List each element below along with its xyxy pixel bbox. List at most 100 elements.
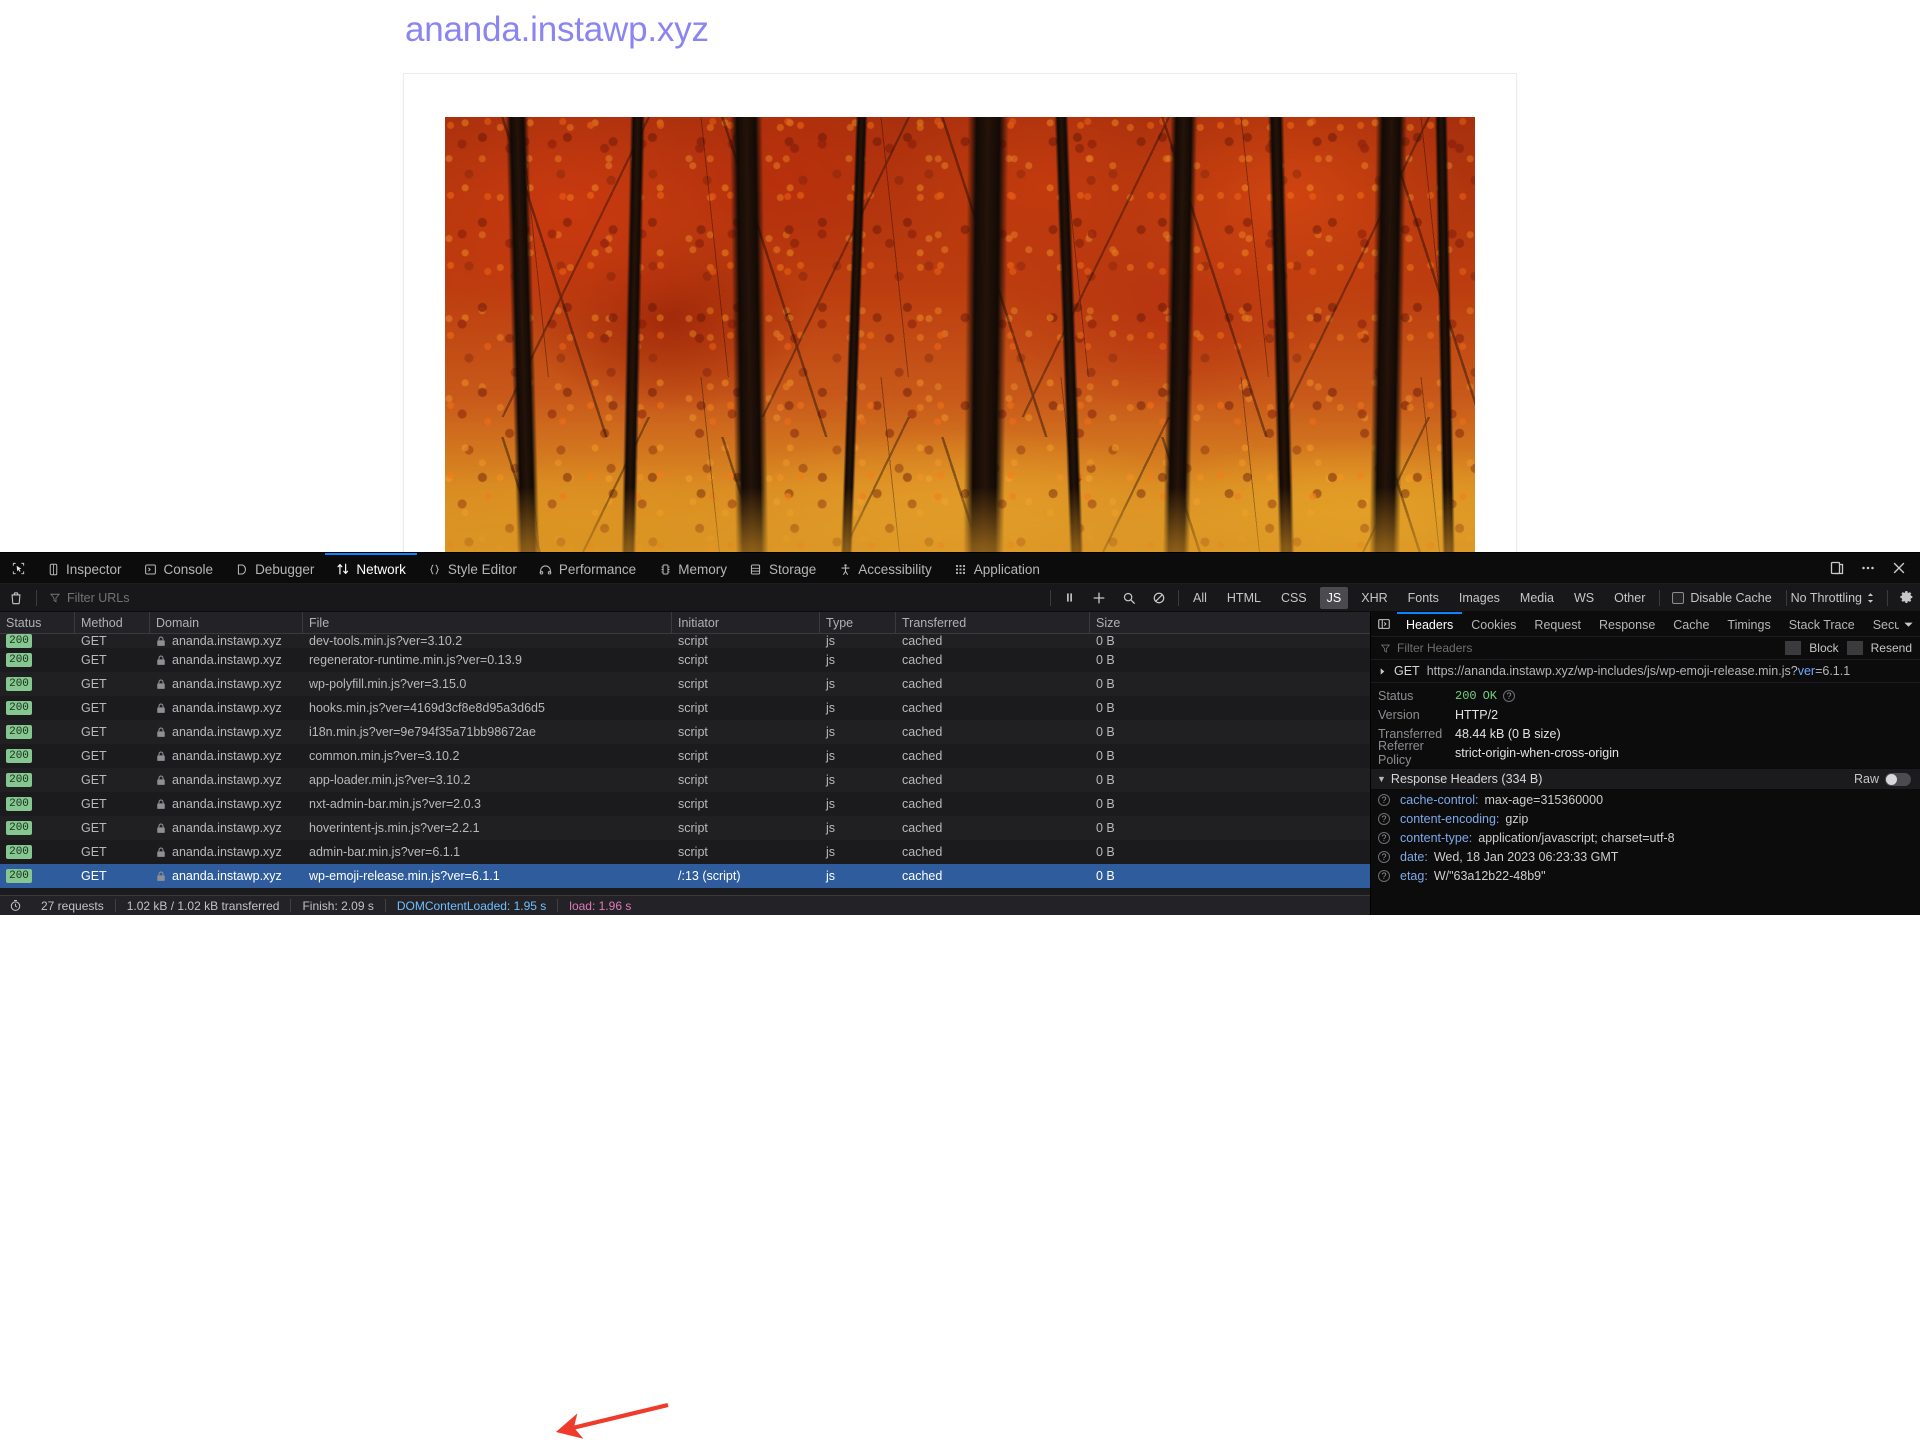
details-tabbar: Headers Cookies Request Response Cache T… — [1371, 612, 1920, 637]
tab-debugger[interactable]: Debugger — [224, 553, 325, 583]
cell-domain: ananda.instawp.xyz — [150, 744, 303, 768]
type-filter-html[interactable]: HTML — [1220, 587, 1268, 609]
gear-icon[interactable] — [1892, 590, 1920, 605]
help-icon[interactable]: ? — [1378, 832, 1400, 844]
cell-size: 0 B — [1090, 816, 1310, 840]
column-header-transferred[interactable]: Transferred — [896, 612, 1090, 634]
help-icon[interactable]: ? — [1503, 690, 1515, 702]
tab-accessibility[interactable]: Accessibility — [827, 553, 943, 583]
table-row[interactable]: 200GETananda.instawp.xyzhoverintent-js.m… — [0, 816, 1370, 840]
more-options-icon[interactable] — [1859, 559, 1877, 577]
element-picker-button[interactable] — [0, 553, 35, 583]
type-filter-fonts[interactable]: Fonts — [1401, 587, 1446, 609]
table-row[interactable]: 200GETananda.instawp.xyzwp-polyfill.min.… — [0, 672, 1370, 696]
lock-icon — [156, 847, 166, 858]
tab-label: Style Editor — [448, 562, 517, 577]
search-icon[interactable] — [1117, 587, 1141, 609]
disable-cache-checkbox[interactable]: Disable Cache — [1672, 591, 1771, 605]
details-tab-response[interactable]: Response — [1590, 612, 1664, 636]
trash-icon[interactable] — [0, 591, 32, 605]
type-filter-css[interactable]: CSS — [1274, 587, 1314, 609]
response-header-row[interactable]: ?content-encoding:gzip — [1371, 809, 1920, 828]
table-row[interactable]: 200GETananda.instawp.xyzhooks.min.js?ver… — [0, 696, 1370, 720]
cell-file: app-loader.min.js?ver=3.10.2 — [303, 768, 672, 792]
details-tab-cookies[interactable]: Cookies — [1462, 612, 1525, 636]
close-icon[interactable] — [1890, 559, 1908, 577]
filter-headers-row: Filter Headers Block Resend — [1371, 637, 1920, 660]
type-filter-ws[interactable]: WS — [1567, 587, 1601, 609]
resend-button[interactable]: Resend — [1863, 641, 1920, 655]
response-headers-section-header[interactable]: ▼ Response Headers (334 B) Raw — [1371, 768, 1920, 790]
column-header-file[interactable]: File — [303, 612, 672, 634]
tab-console[interactable]: Console — [133, 553, 225, 583]
tab-application[interactable]: Application — [943, 553, 1051, 583]
header-actions: Block Resend — [1785, 641, 1920, 655]
cell-status: 200 — [0, 768, 75, 792]
help-icon[interactable]: ? — [1378, 794, 1400, 806]
table-row[interactable]: 200GETananda.instawp.xyzi18n.min.js?ver=… — [0, 720, 1370, 744]
tab-performance[interactable]: Performance — [528, 553, 647, 583]
chevron-down-icon[interactable] — [1899, 612, 1918, 637]
filter-headers-placeholder[interactable]: Filter Headers — [1397, 641, 1472, 655]
pause-button[interactable] — [1058, 587, 1081, 609]
details-tab-cache[interactable]: Cache — [1664, 612, 1718, 636]
table-row[interactable]: 200GETananda.instawp.xyzcommon.min.js?ve… — [0, 744, 1370, 768]
help-icon[interactable]: ? — [1378, 813, 1400, 825]
table-row[interactable]: 200GETananda.instawp.xyzdev-tools.min.js… — [0, 634, 1370, 648]
column-header-size[interactable]: Size — [1090, 612, 1310, 634]
tab-inspector[interactable]: Inspector — [35, 553, 133, 583]
tab-style-editor[interactable]: Style Editor — [417, 553, 528, 583]
table-row[interactable]: 200GETananda.instawp.xyzapp-loader.min.j… — [0, 768, 1370, 792]
column-header-method[interactable]: Method — [75, 612, 150, 634]
new-request-button[interactable] — [1087, 587, 1111, 609]
type-filter-js[interactable]: JS — [1320, 587, 1349, 609]
cell-status: 200 — [0, 648, 75, 672]
raw-switch[interactable] — [1885, 773, 1911, 786]
tab-network[interactable]: Network — [325, 553, 417, 583]
expand-panel-icon[interactable] — [1371, 612, 1397, 636]
block-button[interactable]: Block — [1801, 641, 1846, 655]
filter-urls-input[interactable]: Filter URLs — [41, 591, 130, 605]
cell-initiator: script — [672, 744, 820, 768]
details-tab-headers[interactable]: Headers — [1397, 612, 1462, 636]
cell-transferred: cached — [896, 768, 1090, 792]
type-filter-media[interactable]: Media — [1513, 587, 1561, 609]
dock-to-side-icon[interactable] — [1828, 559, 1846, 577]
help-icon[interactable]: ? — [1378, 870, 1400, 882]
cell-transferred: cached — [896, 744, 1090, 768]
type-filter-images[interactable]: Images — [1452, 587, 1507, 609]
performance-icon — [539, 562, 553, 576]
response-header-row[interactable]: ?date:Wed, 18 Jan 2023 06:23:33 GMT — [1371, 847, 1920, 866]
table-row[interactable]: 200GETananda.instawp.xyzwp-emoji-release… — [0, 864, 1370, 888]
disable-cache-label: Disable Cache — [1690, 591, 1771, 605]
column-header-type[interactable]: Type — [820, 612, 896, 634]
type-filter-xhr[interactable]: XHR — [1354, 587, 1394, 609]
block-icon[interactable] — [1147, 587, 1171, 609]
throttling-dropdown[interactable]: No Throttling — [1791, 591, 1875, 605]
help-icon[interactable]: ? — [1378, 851, 1400, 863]
details-tab-stack-trace[interactable]: Stack Trace — [1780, 612, 1864, 636]
request-method: GET — [1394, 664, 1420, 678]
cell-initiator: script — [672, 696, 820, 720]
response-header-row[interactable]: ?content-type:application/javascript; ch… — [1371, 828, 1920, 847]
details-tab-request[interactable]: Request — [1525, 612, 1590, 636]
network-rows-container[interactable]: 200GETananda.instawp.xyzdev-tools.min.js… — [0, 634, 1370, 895]
column-header-domain[interactable]: Domain — [150, 612, 303, 634]
response-header-row[interactable]: ?etag:W/"63a12b22-48b9" — [1371, 866, 1920, 885]
column-header-initiator[interactable]: Initiator — [672, 612, 820, 634]
table-row[interactable]: 200GETananda.instawp.xyzregenerator-runt… — [0, 648, 1370, 672]
type-filter-other[interactable]: Other — [1607, 587, 1652, 609]
details-tab-timings[interactable]: Timings — [1718, 612, 1779, 636]
devtools-body: Status Method Domain File Initiator Type… — [0, 612, 1920, 915]
table-row[interactable]: 200GETananda.instawp.xyzadmin-bar.min.js… — [0, 840, 1370, 864]
raw-toggle[interactable]: Raw — [1854, 772, 1920, 786]
response-header-row[interactable]: ?cache-control:max-age=315360000 — [1371, 790, 1920, 809]
table-row[interactable]: 200GETananda.instawp.xyznxt-admin-bar.mi… — [0, 792, 1370, 816]
request-url-row[interactable]: GET https://ananda.instawp.xyz/wp-includ… — [1371, 660, 1920, 683]
header-name: content-type: — [1400, 831, 1472, 845]
type-filter-all[interactable]: All — [1186, 587, 1214, 609]
cell-size: 0 B — [1090, 672, 1310, 696]
tab-memory[interactable]: Memory — [647, 553, 738, 583]
column-header-status[interactable]: Status — [0, 612, 75, 634]
tab-storage[interactable]: Storage — [738, 553, 827, 583]
